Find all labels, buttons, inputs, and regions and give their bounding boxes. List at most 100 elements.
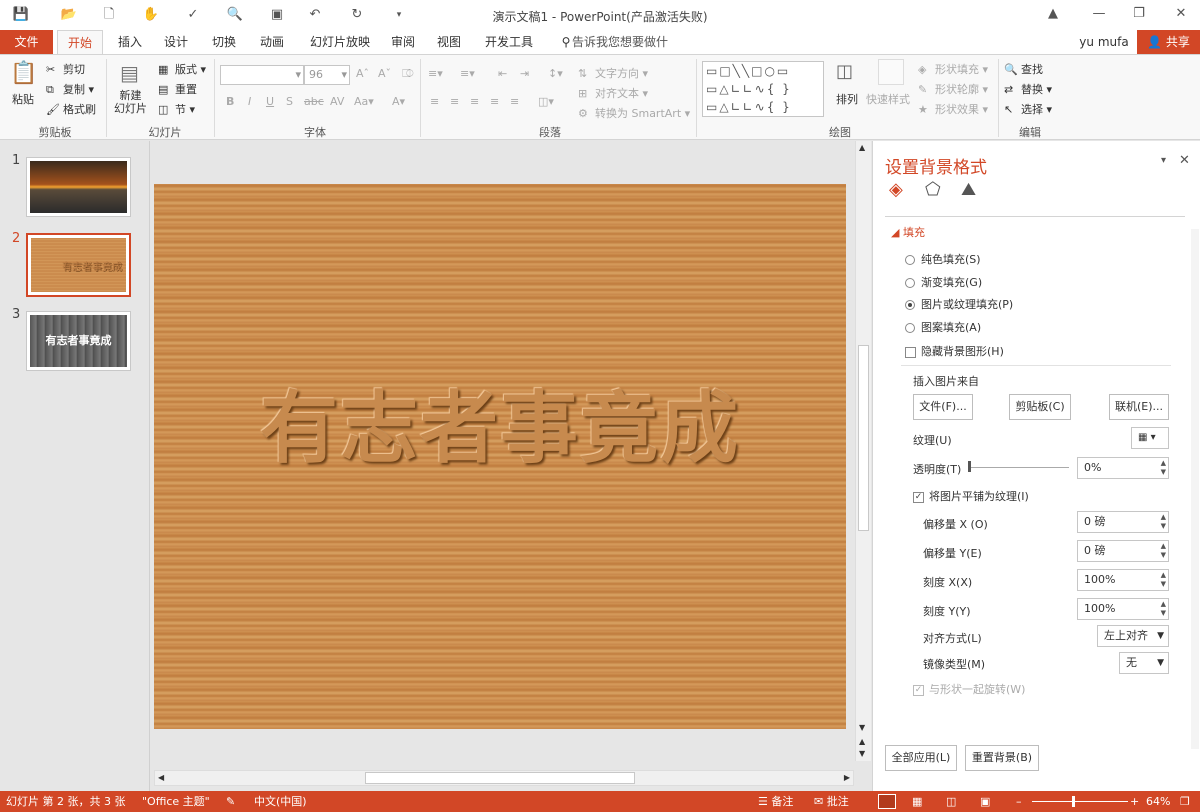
gradient-fill-option[interactable]: 渐变填充(G) [905, 274, 982, 290]
new-slide-button[interactable]: 新建 幻灯片 [114, 89, 147, 115]
bold-icon[interactable]: B [226, 95, 234, 108]
picture-fill-option[interactable]: 图片或纹理填充(P) [905, 296, 1013, 312]
scroll-up-icon[interactable]: ▲ [859, 143, 865, 152]
new-slide-icon[interactable]: ▤ [120, 61, 139, 85]
font-size-field[interactable]: 96 ▾ [304, 65, 350, 85]
vertical-scrollbar[interactable]: ▲ ▼ ▲ ▼ [855, 141, 871, 761]
normal-view-icon[interactable] [878, 794, 896, 809]
offset-x-input[interactable]: 0 磅 ▲ ▼ [1077, 511, 1169, 533]
mirror-dropdown[interactable]: 无 ▼ [1119, 652, 1169, 674]
horizontal-scrollbar[interactable]: ◀ ▶ [154, 770, 854, 786]
reset-background-button[interactable]: 重置背景(B) [965, 745, 1039, 771]
change-case-icon[interactable]: Aa▾ [354, 95, 374, 108]
language[interactable]: 中文(中国) [254, 791, 307, 812]
scale-y-input[interactable]: 100% ▲ ▼ [1077, 598, 1169, 620]
char-spacing-icon[interactable]: AV [330, 95, 344, 108]
hide-background-checkbox[interactable]: 隐藏背景图形(H) [905, 343, 1004, 359]
zoom-handle[interactable] [1072, 796, 1075, 807]
apply-all-button[interactable]: 全部应用(L) [885, 745, 957, 771]
pane-options-icon[interactable]: ▾ [1161, 155, 1166, 166]
bullets-icon[interactable]: ≡▾ [428, 67, 443, 80]
spinner-arrows[interactable]: ▲ ▼ [1161, 459, 1166, 477]
cut-button[interactable]: ✂ 剪切 [46, 61, 85, 77]
tab-insert[interactable]: 插入 [110, 30, 150, 54]
tile-checkbox[interactable]: ✓ 将图片平铺为纹理(I) [913, 488, 1029, 504]
maximize-icon[interactable]: ❐ [1130, 5, 1148, 23]
pane-close-icon[interactable]: ✕ [1179, 153, 1190, 168]
smartart-button[interactable]: ⚙ 转换为 SmartArt ▾ [578, 105, 690, 121]
font-name-field[interactable]: ▾ [220, 65, 304, 85]
slide-sorter-icon[interactable]: ▦ [912, 791, 922, 812]
reading-view-icon[interactable]: ◫ [946, 791, 956, 812]
alignment-dropdown[interactable]: 左上对齐 ▼ [1097, 625, 1169, 647]
scroll-thumb[interactable] [858, 345, 869, 531]
tab-home[interactable]: 开始 [57, 30, 103, 55]
transparency-slider[interactable] [969, 467, 1069, 468]
scale-x-input[interactable]: 100% ▲ ▼ [1077, 569, 1169, 591]
slideshow-view-icon[interactable]: ▣ [980, 791, 990, 812]
format-painter-button[interactable]: 🖌 格式刷 [46, 101, 96, 117]
tab-transitions[interactable]: 切换 [204, 30, 244, 54]
find-button[interactable]: 🔍 查找 [1004, 61, 1043, 77]
share-button[interactable]: 👤 共享 [1137, 30, 1200, 54]
align-center-icon[interactable]: ≡ [450, 95, 459, 108]
section-button[interactable]: ◫ 节 ▾ [158, 101, 195, 117]
spinner-arrows[interactable]: ▲ ▼ [1161, 600, 1166, 618]
minimize-icon[interactable]: — [1090, 5, 1108, 23]
strikethrough-icon[interactable]: abc [304, 95, 324, 108]
slide-thumbnail-3[interactable]: 有志者事竟成 [26, 311, 131, 371]
spinner-arrows[interactable]: ▲ ▼ [1161, 513, 1166, 531]
scroll-down-icon[interactable]: ▼ [859, 723, 865, 732]
fit-slide-icon[interactable]: ❐ [1180, 791, 1190, 812]
quick-styles-button[interactable]: 快速样式 [866, 91, 910, 107]
shape-fill-button[interactable]: ◈ 形状填充 ▾ [918, 61, 988, 77]
align-text-button[interactable]: ⊞ 对齐文本 ▾ [578, 85, 648, 101]
offset-y-input[interactable]: 0 磅 ▲ ▼ [1077, 540, 1169, 562]
section-fill-header[interactable]: ◢ 填充 [891, 224, 925, 240]
spinner-arrows[interactable]: ▲ ▼ [1161, 542, 1166, 560]
scroll-right-icon[interactable]: ▶ [844, 773, 850, 782]
reset-button[interactable]: ▤ 重置 [158, 81, 197, 97]
fill-icon[interactable]: ◈ [889, 179, 903, 200]
solid-fill-option[interactable]: 纯色填充(S) [905, 251, 981, 267]
slide-canvas[interactable]: 有志者事竟成 [154, 184, 846, 729]
shadow-icon[interactable]: S [286, 95, 293, 108]
hscroll-thumb[interactable] [365, 772, 635, 784]
arrange-icon[interactable]: ◫ [836, 61, 853, 82]
layout-button[interactable]: ▦ 版式 ▾ [158, 61, 206, 77]
rotate-with-shape-checkbox[interactable]: ✓ 与形状一起旋转(W) [913, 681, 1025, 697]
spellcheck-icon[interactable]: ✎ [226, 791, 235, 812]
shape-effects-button[interactable]: ★ 形状效果 ▾ [918, 101, 988, 117]
transparency-input[interactable]: 0% ▲ ▼ [1077, 457, 1169, 479]
quick-styles-icon[interactable] [878, 59, 904, 85]
align-right-icon[interactable]: ≡ [470, 95, 479, 108]
distribute-icon[interactable]: ≡ [510, 95, 519, 108]
paste-icon[interactable]: 📋 [10, 61, 37, 86]
slider-handle[interactable] [968, 461, 971, 472]
insert-clipboard-button[interactable]: 剪贴板(C) [1009, 394, 1071, 420]
italic-icon[interactable]: I [248, 95, 251, 108]
zoom-out-icon[interactable]: – [1016, 791, 1022, 812]
ribbon-display-icon[interactable]: ▲ [1044, 5, 1062, 23]
align-left-icon[interactable]: ≡ [430, 95, 439, 108]
pattern-fill-option[interactable]: 图案填充(A) [905, 319, 981, 335]
insert-online-button[interactable]: 联机(E)... [1109, 394, 1169, 420]
tab-design[interactable]: 设计 [156, 30, 196, 54]
zoom-slider[interactable] [1032, 801, 1128, 802]
arrange-button[interactable]: 排列 [836, 91, 858, 107]
decrease-indent-icon[interactable]: ⇤ [498, 67, 507, 80]
comments-button[interactable]: ✉ 批注 [814, 791, 849, 812]
line-spacing-icon[interactable]: ↕▾ [548, 67, 563, 80]
shrink-font-icon[interactable]: Aˇ [378, 67, 391, 80]
tab-animations[interactable]: 动画 [252, 30, 292, 54]
justify-icon[interactable]: ≡ [490, 95, 499, 108]
texture-dropdown[interactable]: ▦ ▾ [1131, 427, 1169, 449]
grow-font-icon[interactable]: Aˆ [356, 67, 369, 80]
scroll-left-icon[interactable]: ◀ [158, 773, 164, 782]
replace-button[interactable]: ⇄ 替换 ▾ [1004, 81, 1052, 97]
tab-slideshow[interactable]: 幻灯片放映 [302, 30, 378, 54]
tab-view[interactable]: 视图 [430, 30, 468, 54]
slide-thumbnail-1[interactable] [26, 157, 131, 217]
picture-icon[interactable]: ⛰ [961, 179, 976, 200]
increase-indent-icon[interactable]: ⇥ [520, 67, 529, 80]
